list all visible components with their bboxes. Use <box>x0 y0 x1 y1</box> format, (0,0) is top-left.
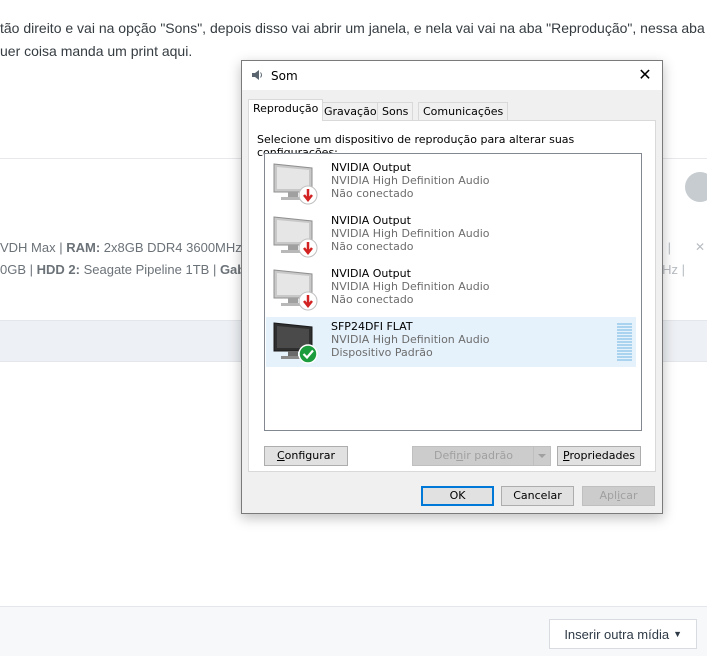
properties-label: ropriedades <box>569 449 635 462</box>
sig1-label: RAM: <box>66 240 101 255</box>
sound-dialog: Som ✕ Reprodução Gravação Sons Comunicaç… <box>241 60 663 514</box>
post-text-line-2: uer coisa manda um print aqui. <box>0 43 193 59</box>
like-icon[interactable] <box>685 172 707 202</box>
device-driver: NVIDIA High Definition Audio <box>331 280 490 293</box>
cancel-button[interactable]: Cancelar <box>501 486 574 506</box>
signature-line-2: 0GB | HDD 2: Seagate Pipeline 1TB | Gab <box>0 262 245 277</box>
device-item-selected[interactable]: SFP24DFI FLAT NVIDIA High Definition Aud… <box>266 317 636 367</box>
insert-media-button[interactable]: Inserir outra mídia ▼ <box>549 619 697 649</box>
device-status: Não conectado <box>331 187 414 200</box>
set-default-label-a: Defi <box>434 449 457 462</box>
device-name: NVIDIA Output <box>331 161 411 174</box>
sig2-value: Seagate Pipeline 1TB | <box>79 262 220 277</box>
set-default-label-b: ir padrão <box>463 449 513 462</box>
configure-label: onfigurar <box>284 449 336 462</box>
monitor-disconnected-icon <box>273 163 318 205</box>
monitor-default-icon <box>273 322 318 364</box>
monitor-disconnected-icon <box>273 216 318 258</box>
post-text-line-1: tão direito e vai na opção "Sons", depoi… <box>0 20 705 36</box>
caret-down-icon: ▼ <box>673 629 682 639</box>
set-default-button[interactable]: Definir padrão <box>412 446 551 466</box>
close-button[interactable]: ✕ <box>636 65 654 85</box>
playback-panel: Selecione um dispositivo de reprodução p… <box>248 120 656 472</box>
configure-accel: C <box>276 449 285 462</box>
dialog-titlebar[interactable]: Som ✕ <box>242 61 662 90</box>
sig1-value: 2x8GB DDR4 3600MHz <box>100 240 242 255</box>
device-driver: NVIDIA High Definition Audio <box>331 174 490 187</box>
volume-meter <box>617 323 632 362</box>
sig2-part: 0GB | <box>0 262 37 277</box>
device-status: Não conectado <box>331 240 414 253</box>
insert-media-label: Inserir outra mídia <box>564 626 670 642</box>
signature-right-1: | <box>667 240 671 255</box>
device-item[interactable]: NVIDIA Output NVIDIA High Definition Aud… <box>266 264 636 314</box>
properties-button[interactable]: Propriedades <box>557 446 641 466</box>
device-list[interactable]: NVIDIA Output NVIDIA High Definition Aud… <box>264 153 642 431</box>
dropdown-arrow-icon[interactable] <box>533 447 550 465</box>
monitor-disconnected-icon <box>273 269 318 311</box>
dialog-title: Som <box>271 69 298 83</box>
close-signature-icon[interactable]: ✕ <box>695 240 705 254</box>
signature-right-2: Hz | <box>662 262 685 277</box>
apply-label-b: car <box>620 489 638 502</box>
device-driver: NVIDIA High Definition Audio <box>331 227 490 240</box>
apply-label-a: Apl <box>599 489 618 502</box>
configure-button[interactable]: Configurar <box>264 446 348 466</box>
sig1-part: VDH Max | <box>0 240 67 255</box>
device-name: SFP24DFI FLAT <box>331 320 413 333</box>
tab-gravacao[interactable]: Gravação <box>319 102 382 120</box>
tab-reproducao[interactable]: Reprodução <box>248 99 324 121</box>
device-status: Dispositivo Padrão <box>331 346 433 359</box>
ok-button[interactable]: OK <box>421 486 494 506</box>
device-driver: NVIDIA High Definition Audio <box>331 333 490 346</box>
device-item[interactable]: NVIDIA Output NVIDIA High Definition Aud… <box>266 211 636 261</box>
tab-comunicacoes[interactable]: Comunicações <box>418 102 509 120</box>
device-name: NVIDIA Output <box>331 214 411 227</box>
device-name: NVIDIA Output <box>331 267 411 280</box>
sig2-label: HDD 2: <box>36 262 80 277</box>
apply-button[interactable]: Aplicar <box>582 486 655 506</box>
device-status: Não conectado <box>331 293 414 306</box>
signature-line-1: VDH Max | RAM: 2x8GB DDR4 3600MHz <box>0 240 242 255</box>
device-item[interactable]: NVIDIA Output NVIDIA High Definition Aud… <box>266 158 636 208</box>
tab-sons[interactable]: Sons <box>377 102 414 120</box>
speaker-icon <box>252 70 262 80</box>
